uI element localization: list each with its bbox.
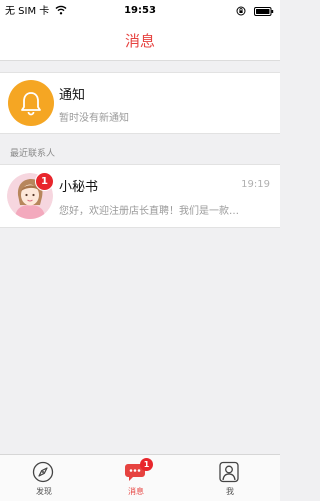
tab-messages-badge: 1 (140, 458, 153, 471)
tab-messages[interactable]: 1 消息 (101, 455, 171, 501)
nav-bar: 消息 (0, 22, 280, 61)
page-title: 消息 (124, 32, 155, 50)
bell-icon (21, 92, 41, 116)
status-bar: 无 SIM 卡 19:53 (0, 0, 280, 22)
tab-messages-label: 消息 (128, 487, 144, 496)
contact-name: 小秘书 (59, 180, 99, 195)
rotation-lock-icon (236, 6, 246, 16)
tab-discover-label: 发现 (36, 487, 52, 496)
contact-row[interactable]: 1 小秘书 19:19 您好，欢迎注册店长直聘！我们是一款… (0, 164, 280, 228)
notification-avatar (8, 80, 54, 126)
recent-contacts-header: 最近联系人 (10, 149, 56, 159)
unread-badge: 1 (35, 172, 54, 191)
battery-icon (254, 7, 274, 16)
tab-me-label: 我 (226, 487, 234, 496)
tab-bar: 发现 1 消息 我 (0, 454, 280, 501)
contact-time: 19:19 (241, 179, 270, 190)
notification-title: 通知 (59, 88, 86, 103)
user-icon (219, 461, 239, 483)
tab-discover[interactable]: 发现 (9, 455, 79, 501)
tab-me[interactable]: 我 (195, 455, 265, 501)
notification-row[interactable]: 通知 暂时没有新通知 (0, 72, 280, 134)
message-preview: 您好，欢迎注册店长直聘！我们是一款… (59, 206, 239, 217)
compass-icon (32, 461, 54, 483)
notification-subtitle: 暂时没有新通知 (59, 113, 129, 124)
